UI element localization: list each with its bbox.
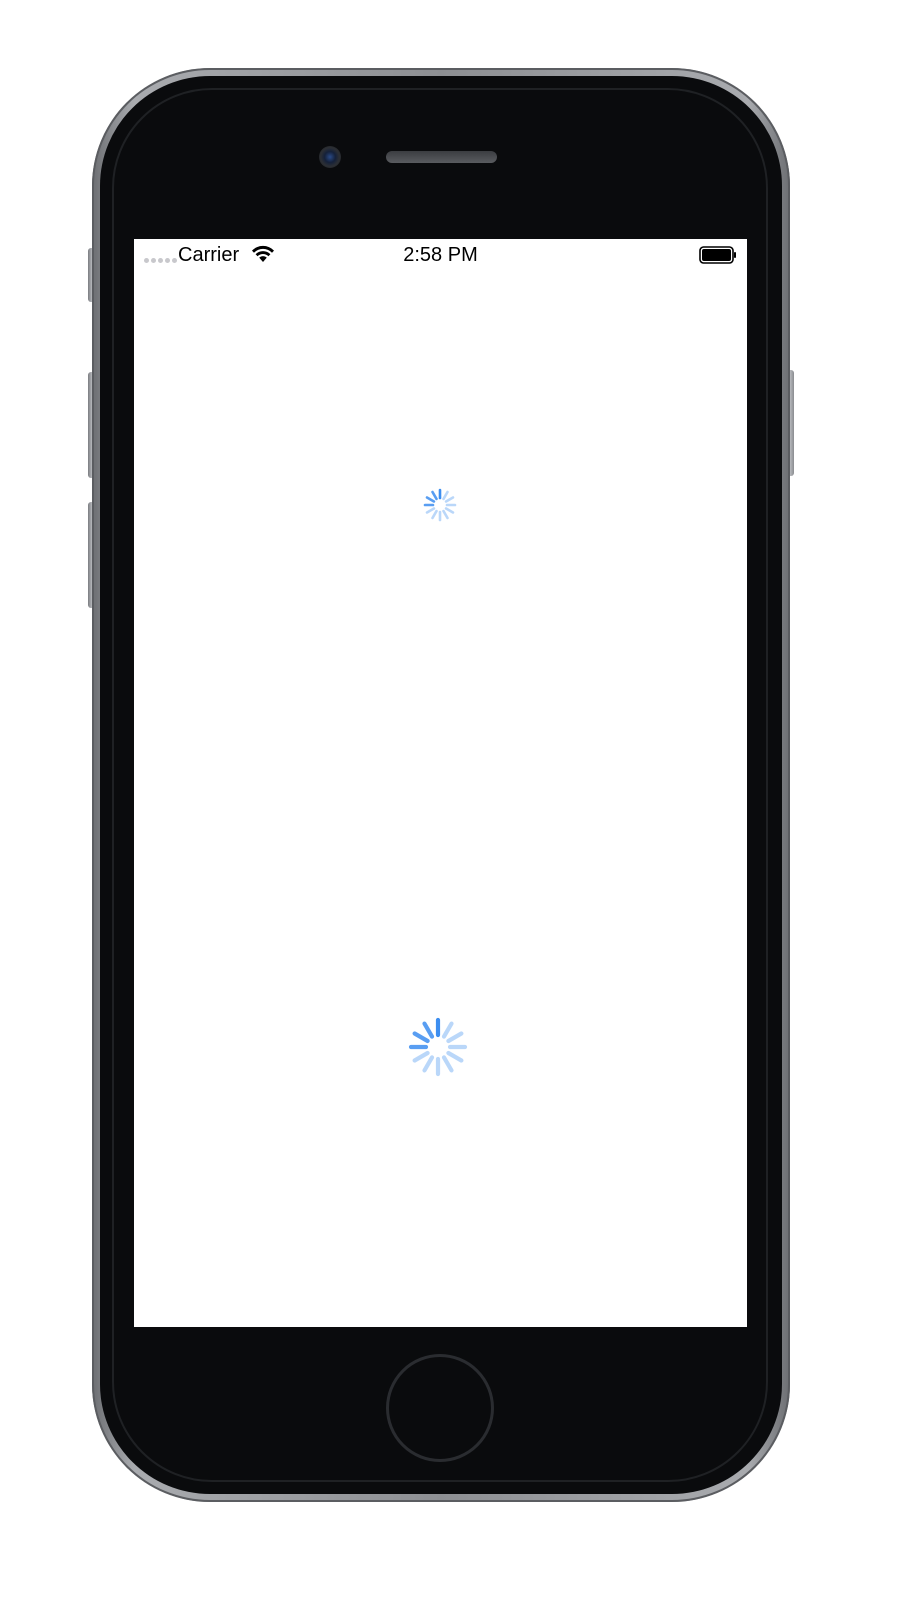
activity-indicator-small-spoke bbox=[425, 496, 436, 503]
front-camera-icon bbox=[319, 146, 341, 168]
activity-indicator-large-spoke bbox=[412, 1031, 430, 1044]
activity-indicator-large bbox=[408, 1017, 468, 1077]
activity-indicator-large-spoke bbox=[422, 1021, 435, 1039]
activity-indicator-large-spoke bbox=[446, 1050, 464, 1063]
earpiece-speaker bbox=[386, 151, 497, 163]
activity-indicator-large-spoke bbox=[412, 1050, 430, 1063]
activity-indicator-small-spoke bbox=[442, 509, 449, 520]
device-screen: Carrier 2:58 PM bbox=[134, 239, 747, 1327]
status-time: 2:58 PM bbox=[403, 244, 478, 266]
activity-indicator-small-spoke bbox=[425, 507, 436, 514]
activity-indicator-small-spoke bbox=[431, 490, 438, 501]
activity-indicator-small-spoke bbox=[431, 509, 438, 520]
activity-indicator-large-spoke bbox=[441, 1055, 454, 1073]
activity-indicator-small-spoke bbox=[442, 490, 449, 501]
activity-indicator-large-spoke bbox=[441, 1021, 454, 1039]
activity-indicator-large-spoke bbox=[422, 1055, 435, 1073]
battery-icon bbox=[699, 246, 736, 264]
home-button[interactable] bbox=[386, 1354, 494, 1462]
status-bar: Carrier 2:58 PM bbox=[134, 239, 747, 273]
canvas: Carrier 2:58 PM bbox=[0, 0, 900, 1600]
activity-indicator-small bbox=[423, 488, 457, 522]
activity-indicator-large-spoke bbox=[446, 1031, 464, 1044]
activity-indicator-small-spoke bbox=[444, 496, 455, 503]
activity-indicator-small-spoke bbox=[444, 507, 455, 514]
